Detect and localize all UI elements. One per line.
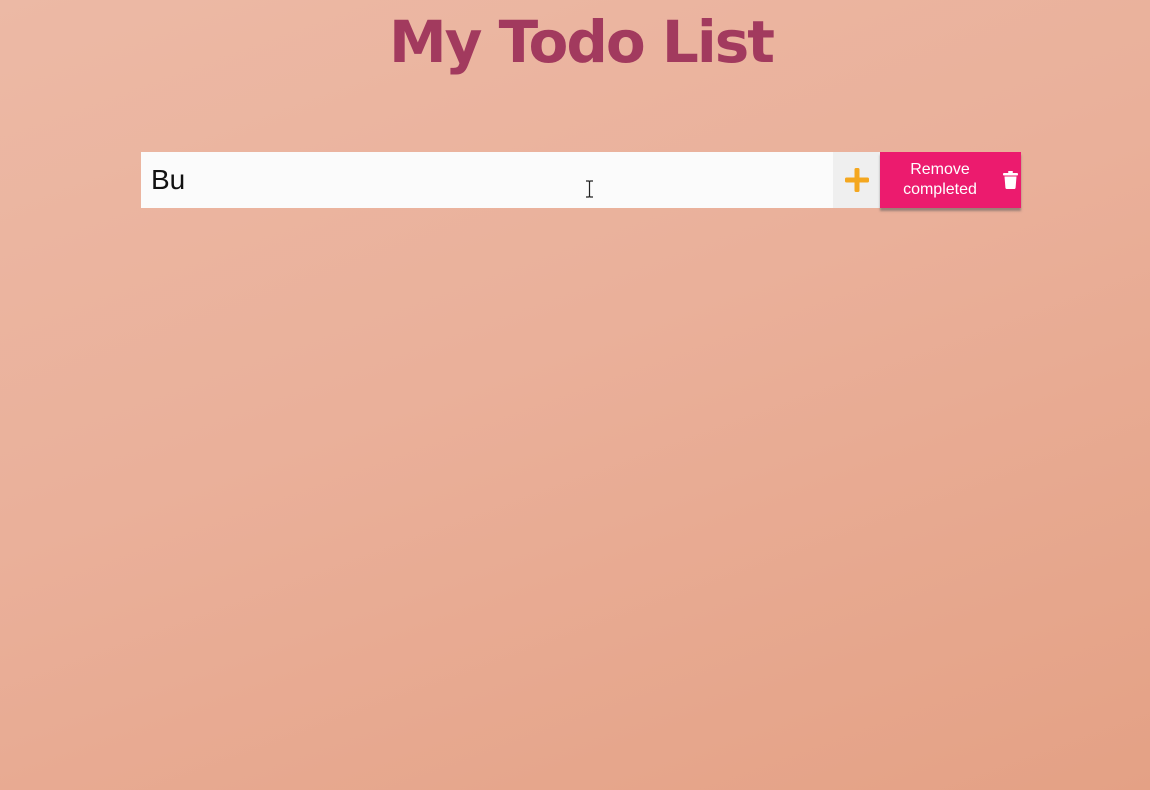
remove-completed-button[interactable]: Remove completed bbox=[880, 152, 1021, 208]
todo-input[interactable] bbox=[141, 152, 833, 208]
page-title: My Todo List bbox=[388, 8, 775, 76]
remove-completed-label: Remove completed bbox=[903, 161, 977, 198]
add-todo-button[interactable] bbox=[833, 152, 880, 208]
trash-icon bbox=[1000, 171, 1020, 189]
text-cursor-icon bbox=[586, 180, 593, 198]
plus-icon bbox=[844, 168, 869, 192]
todo-form: Remove completed bbox=[141, 152, 1021, 208]
